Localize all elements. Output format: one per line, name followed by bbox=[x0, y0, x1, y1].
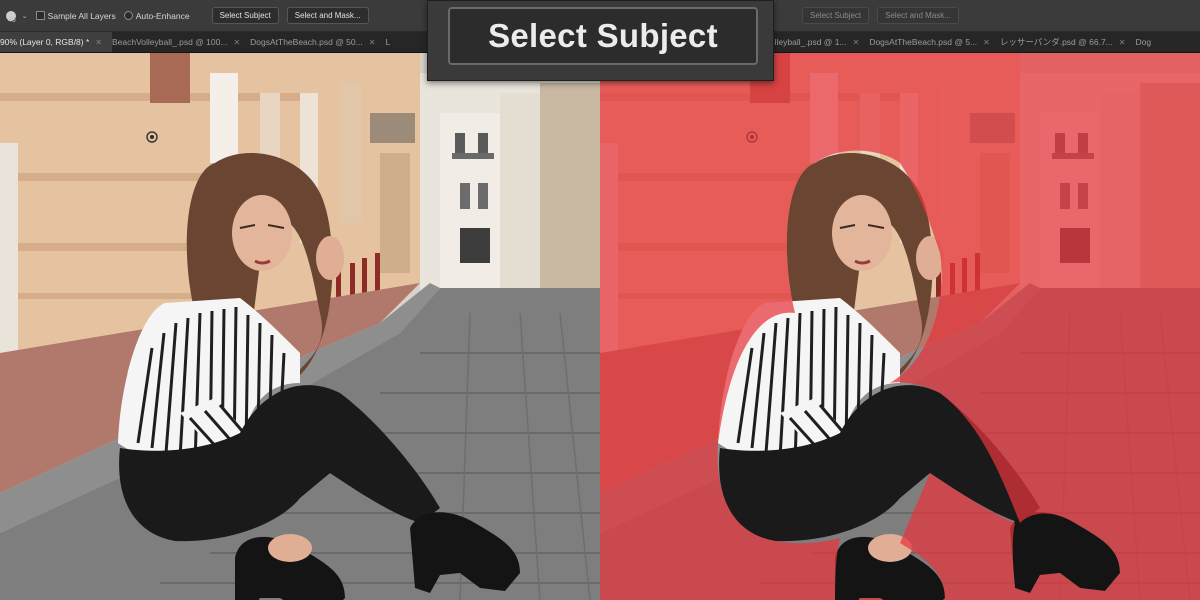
zoom-callout: Select Subject bbox=[427, 0, 774, 81]
tab-label: Dog bbox=[1135, 37, 1152, 47]
chevron-down-icon[interactable]: ⌄ bbox=[22, 12, 28, 20]
tab-label: BeachVolleyball_.psd @ 100... bbox=[112, 37, 228, 47]
tab-active-document[interactable]: 90% (Layer 0, RGB/8) * ✕ bbox=[0, 32, 112, 52]
tab-label: DogsAtTheBeach.psd @ 50... bbox=[250, 37, 363, 47]
left-pane: 45 ⌄ Sample All Layers Auto-Enhance Sele… bbox=[0, 0, 600, 600]
select-subject-button[interactable]: Select Subject bbox=[802, 7, 870, 24]
select-and-mask-button[interactable]: Select and Mask... bbox=[286, 7, 369, 24]
auto-enhance-checkbox[interactable]: Auto-Enhance bbox=[123, 10, 190, 21]
tab-document[interactable]: L bbox=[385, 32, 400, 52]
brush-preset-picker[interactable]: 45 ⌄ bbox=[6, 7, 28, 24]
tab-document[interactable]: DogsAtTheBeach.psd @ 5... ✕ bbox=[869, 32, 1000, 52]
select-subject-button[interactable]: Select Subject bbox=[211, 7, 279, 24]
tab-label: レッサーパンダ.psd @ 66.7... bbox=[999, 37, 1113, 47]
photo-woman-sitting-on-curb bbox=[0, 53, 600, 600]
tab-label: L bbox=[385, 37, 391, 47]
selection-overlay bbox=[600, 53, 1200, 600]
tab-document[interactable]: hVolleyball_.psd @ 1... ✕ bbox=[760, 32, 869, 52]
photo-with-selection-overlay bbox=[600, 53, 1200, 600]
close-icon[interactable]: ✕ bbox=[853, 38, 860, 47]
close-icon[interactable]: ✕ bbox=[233, 38, 240, 47]
tab-label: DogsAtTheBeach.psd @ 5... bbox=[869, 37, 978, 47]
sample-all-layers-checkbox[interactable]: Sample All Layers bbox=[35, 10, 116, 21]
tab-document[interactable]: DogsAtTheBeach.psd @ 50... ✕ bbox=[250, 32, 385, 52]
close-icon[interactable]: ✕ bbox=[983, 38, 990, 47]
brush-size: 45 bbox=[8, 17, 16, 24]
tab-document[interactable]: BeachVolleyball_.psd @ 100... ✕ bbox=[112, 32, 250, 52]
select-and-mask-button[interactable]: Select and Mask... bbox=[877, 7, 959, 24]
checkbox-box[interactable] bbox=[35, 11, 45, 20]
tab-document[interactable]: Dog bbox=[1135, 32, 1161, 52]
auto-enhance-label: Auto-Enhance bbox=[135, 10, 190, 21]
sample-all-layers-label: Sample All Layers bbox=[47, 10, 116, 21]
tab-label: 90% (Layer 0, RGB/8) * bbox=[0, 37, 90, 47]
checkbox-box[interactable] bbox=[123, 11, 133, 20]
right-pane: Select Subject Select and Mask... hVolle… bbox=[600, 0, 1200, 600]
document-canvas[interactable] bbox=[0, 53, 600, 600]
close-icon[interactable]: ✕ bbox=[1119, 38, 1126, 47]
close-icon[interactable]: ✕ bbox=[95, 38, 102, 47]
document-canvas-masked[interactable] bbox=[600, 53, 1200, 600]
tab-document[interactable]: レッサーパンダ.psd @ 66.7... ✕ bbox=[1000, 32, 1136, 52]
close-icon[interactable]: ✕ bbox=[369, 38, 376, 47]
select-subject-button-zoomed[interactable]: Select Subject bbox=[448, 7, 758, 65]
